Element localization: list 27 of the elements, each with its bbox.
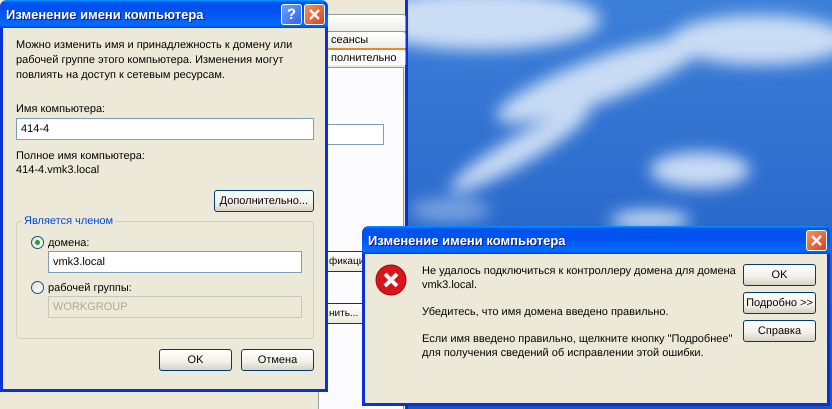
input-field[interactable]: vmk3.local	[48, 251, 302, 273]
field-label: Имя компьютера:	[16, 103, 106, 115]
window-title: Изменение имени компьютера	[368, 232, 567, 248]
dialog-button[interactable]: Отмена	[241, 349, 314, 371]
window-title: Изменение имени компьютера	[6, 6, 205, 22]
field-label: Полное имя компьютера:	[16, 150, 146, 162]
message-text: Убедитесь, что имя домена введено правильно.	[422, 305, 670, 319]
close-icon	[309, 8, 320, 20]
full-name-text: 414-4.vmk3.local	[16, 164, 100, 176]
error-icon	[375, 264, 407, 296]
message-text: Не удалось подключиться к контроллеру домена для домена vmk3.local.	[422, 264, 737, 292]
computer-name-field[interactable]: 414-4	[16, 118, 314, 140]
close-icon	[811, 234, 822, 246]
radio-label: рабочей группы:	[48, 282, 132, 294]
dialog-button[interactable]: Подробно >>	[743, 292, 816, 314]
close-button[interactable]	[304, 4, 325, 24]
dialog-button[interactable]: OK	[159, 349, 232, 371]
radio-button[interactable]	[31, 236, 44, 249]
help-button[interactable]: ?	[281, 4, 302, 24]
dialog-button[interactable]: OK	[743, 264, 816, 286]
group-legend: Является членом	[22, 215, 116, 227]
dialog-button[interactable]: Справка	[743, 320, 816, 342]
more-button[interactable]: Дополнительно...	[214, 190, 314, 212]
radio-label: домена:	[48, 236, 90, 248]
close-button[interactable]	[806, 230, 827, 250]
description-text: Можно изменить имя и принадлежность к домену или рабочей группе этого компьютера. Изменения могут повлиять на доступ к сетевым ресурсам.	[16, 38, 294, 83]
message-text: Если имя введено правильно, щелкните кнопку "Подробнее" для получения сведений об исправлении этой ошибки.	[422, 332, 734, 360]
